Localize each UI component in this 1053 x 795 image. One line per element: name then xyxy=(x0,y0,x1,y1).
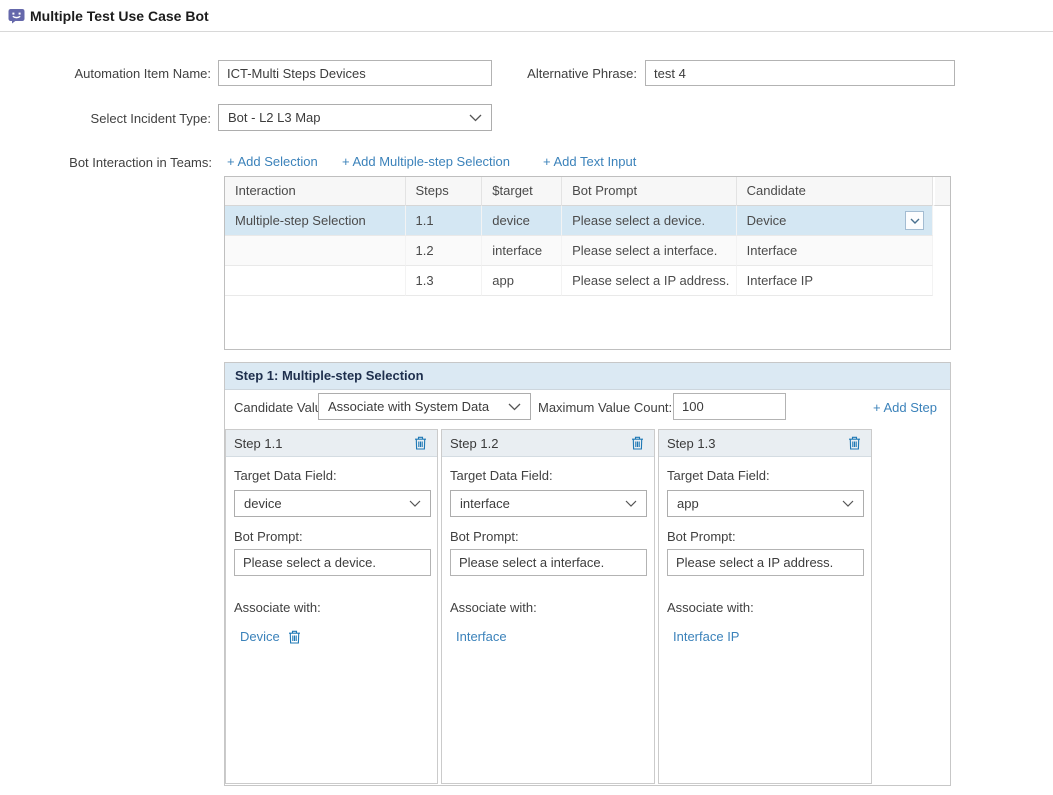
column-header-interaction[interactable]: Interaction xyxy=(225,177,406,206)
chevron-down-icon xyxy=(625,500,637,507)
table-row[interactable]: 1.3 app Please select a IP address. Inte… xyxy=(225,266,950,296)
cell-target: app xyxy=(482,266,562,296)
step-card-1-1: Step 1.1 Target Data Field: device Bot P… xyxy=(225,429,438,784)
step-card-title: Step 1.1 xyxy=(234,436,282,451)
interaction-table: Interaction Steps $target Bot Prompt Can… xyxy=(224,176,951,350)
chevron-down-icon xyxy=(409,500,421,507)
cell-bot-prompt: Please select a IP address. xyxy=(562,266,737,296)
associate-with-value: Interface xyxy=(456,629,507,644)
bot-prompt-input[interactable] xyxy=(234,549,431,576)
incident-type-label: Select Incident Type: xyxy=(0,111,211,126)
table-row[interactable]: 1.2 interface Please select a interface.… xyxy=(225,236,950,266)
incident-type-select[interactable]: Bot - L2 L3 Map xyxy=(218,104,492,131)
target-data-field-label: Target Data Field: xyxy=(234,468,337,483)
cell-gutter xyxy=(933,236,950,266)
associate-with-link[interactable]: Interface IP xyxy=(673,629,739,644)
target-data-field-value: app xyxy=(677,496,699,511)
bot-interaction-label: Bot Interaction in Teams: xyxy=(0,155,212,170)
incident-type-value: Bot - L2 L3 Map xyxy=(228,110,321,125)
column-header-candidate[interactable]: Candidate xyxy=(737,177,933,206)
associate-with-value: Interface IP xyxy=(673,629,739,644)
step-card-1-2: Step 1.2 Target Data Field: interface Bo… xyxy=(441,429,655,784)
chevron-down-icon xyxy=(842,500,854,507)
remove-association-trash-icon[interactable] xyxy=(288,630,301,644)
page: Multiple Test Use Case Bot Automation It… xyxy=(0,0,1053,795)
bot-prompt-label: Bot Prompt: xyxy=(450,529,519,544)
cell-bot-prompt: Please select a device. xyxy=(562,206,737,236)
column-header-bot-prompt[interactable]: Bot Prompt xyxy=(562,177,737,206)
candidate-dropdown-button[interactable] xyxy=(905,211,924,230)
add-step-link[interactable]: + Add Step xyxy=(873,400,937,415)
associate-with-label: Associate with: xyxy=(450,600,537,615)
step-panel-title: Step 1: Multiple-step Selection xyxy=(225,363,950,390)
alternative-phrase-label: Alternative Phrase: xyxy=(400,66,637,81)
table-header-gutter xyxy=(933,177,950,206)
cell-steps: 1.1 xyxy=(406,206,483,236)
step-card-title: Step 1.3 xyxy=(667,436,715,451)
column-header-target[interactable]: $target xyxy=(482,177,562,206)
cell-bot-prompt: Please select a interface. xyxy=(562,236,737,266)
cell-candidate: Device xyxy=(737,206,933,236)
chevron-down-icon xyxy=(508,403,521,411)
delete-step-trash-icon[interactable] xyxy=(631,436,644,450)
bot-prompt-input[interactable] xyxy=(667,549,864,576)
associate-with-label: Associate with: xyxy=(234,600,321,615)
alternative-phrase-input[interactable] xyxy=(645,60,955,86)
cell-steps: 1.3 xyxy=(406,266,483,296)
bot-prompt-label: Bot Prompt: xyxy=(234,529,303,544)
step-card-title: Step 1.2 xyxy=(450,436,498,451)
chevron-down-icon xyxy=(469,114,482,122)
cell-gutter xyxy=(933,206,950,236)
bot-prompt-label: Bot Prompt: xyxy=(667,529,736,544)
max-value-count-label: Maximum Value Count: xyxy=(538,400,672,415)
add-text-input-link[interactable]: + Add Text Input xyxy=(543,154,636,169)
add-multiple-step-selection-link[interactable]: + Add Multiple-step Selection xyxy=(342,154,510,169)
target-data-field-label: Target Data Field: xyxy=(667,468,770,483)
cell-gutter xyxy=(933,266,950,296)
target-data-field-value: interface xyxy=(460,496,510,511)
cell-target: interface xyxy=(482,236,562,266)
column-header-steps[interactable]: Steps xyxy=(406,177,483,206)
page-title: Multiple Test Use Case Bot xyxy=(30,8,209,24)
cell-steps: 1.2 xyxy=(406,236,483,266)
add-selection-link[interactable]: + Add Selection xyxy=(227,154,318,169)
target-data-field-select[interactable]: interface xyxy=(450,490,647,517)
cell-interaction: Multiple-step Selection xyxy=(225,206,406,236)
cell-interaction xyxy=(225,236,406,266)
cell-target: device xyxy=(482,206,562,236)
table-row[interactable]: Multiple-step Selection 1.1 device Pleas… xyxy=(225,206,950,236)
title-bar: Multiple Test Use Case Bot xyxy=(0,0,1053,32)
max-value-count-input[interactable] xyxy=(673,393,786,420)
table-header-row: Interaction Steps $target Bot Prompt Can… xyxy=(225,177,950,206)
target-data-field-select[interactable]: device xyxy=(234,490,431,517)
associate-with-link[interactable]: Interface xyxy=(456,629,507,644)
delete-step-trash-icon[interactable] xyxy=(848,436,861,450)
cell-candidate: Interface xyxy=(737,236,933,266)
candidate-value-select[interactable]: Associate with System Data xyxy=(318,393,531,420)
associate-with-link[interactable]: Device xyxy=(240,629,301,644)
automation-item-name-label: Automation Item Name: xyxy=(0,66,211,81)
candidate-value-selected: Associate with System Data xyxy=(328,399,489,414)
cell-interaction xyxy=(225,266,406,296)
delete-step-trash-icon[interactable] xyxy=(414,436,427,450)
bot-prompt-input[interactable] xyxy=(450,549,647,576)
target-data-field-value: device xyxy=(244,496,282,511)
cell-candidate: Interface IP xyxy=(737,266,933,296)
target-data-field-select[interactable]: app xyxy=(667,490,864,517)
candidate-value: Device xyxy=(747,213,787,228)
step-card-1-3: Step 1.3 Target Data Field: app Bot Prom… xyxy=(658,429,872,784)
step-panel: Step 1: Multiple-step Selection Candidat… xyxy=(224,362,951,786)
bot-chat-icon xyxy=(8,7,25,24)
associate-with-label: Associate with: xyxy=(667,600,754,615)
target-data-field-label: Target Data Field: xyxy=(450,468,553,483)
associate-with-value: Device xyxy=(240,629,280,644)
